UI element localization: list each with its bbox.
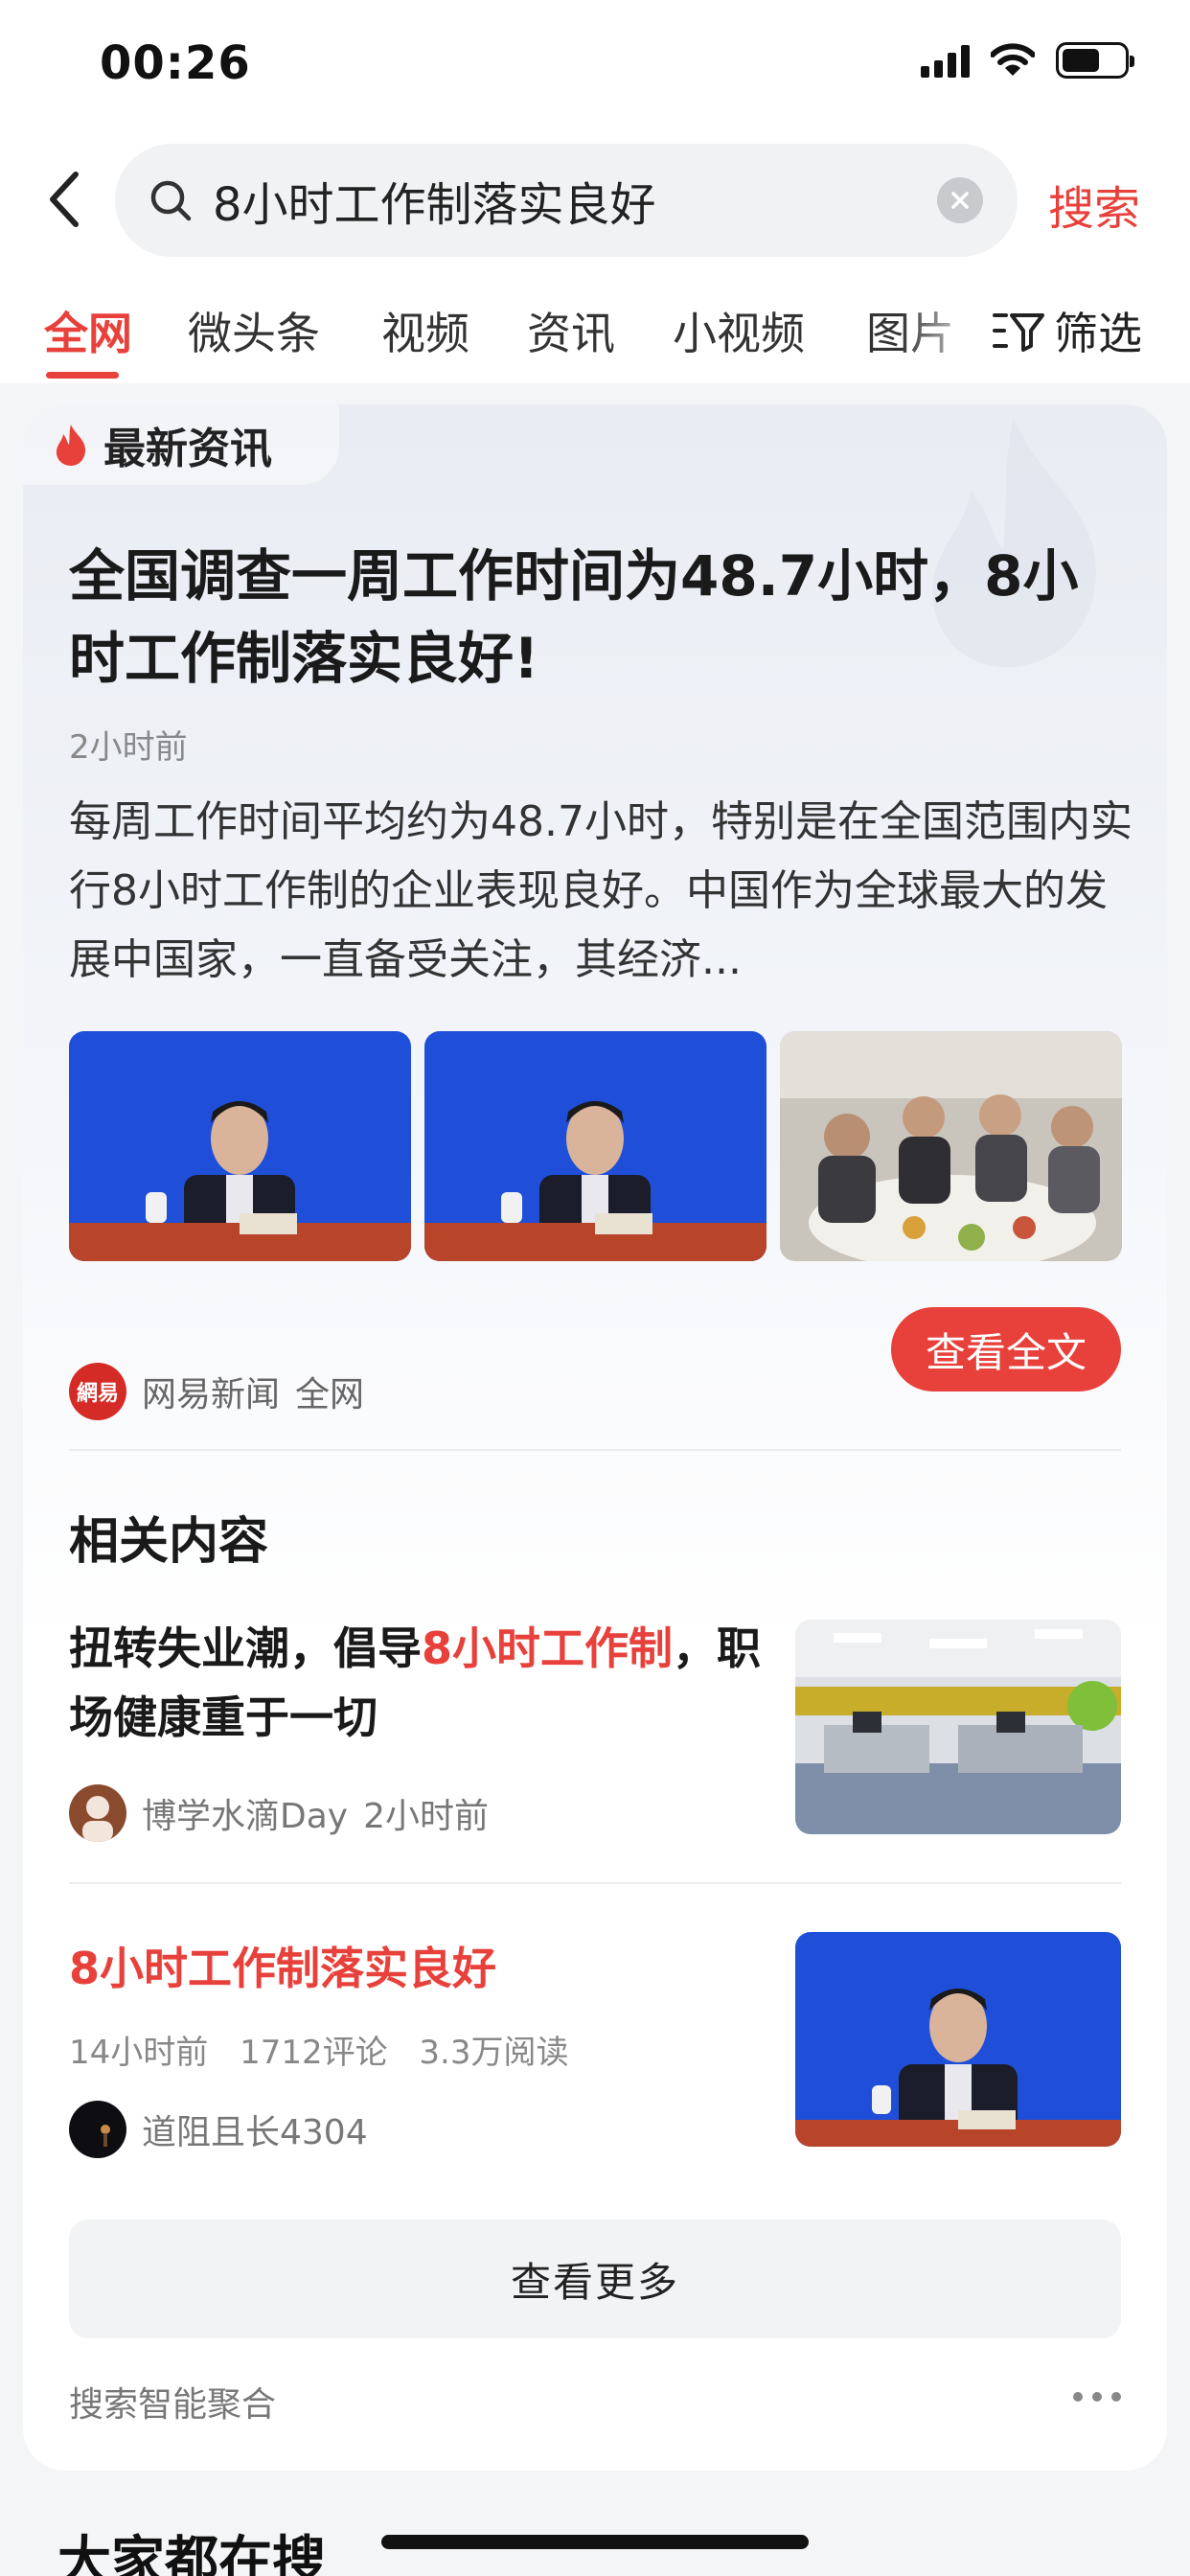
author-name[interactable]: 博学水滴Day — [142, 1788, 348, 1838]
press-conference-image-2[interactable] — [424, 1031, 767, 1261]
comment-count: 1712评论 — [240, 2034, 388, 2072]
status-time: 00:26 — [100, 36, 251, 90]
related-item-stats: 14小时前 1712评论 3.3万阅读 — [69, 2026, 590, 2073]
author-name[interactable]: 道阻且长4304 — [142, 2104, 368, 2154]
wifi-icon — [991, 43, 1035, 76]
clear-search-button[interactable] — [937, 177, 983, 223]
filter-icon — [993, 313, 1044, 352]
back-button[interactable] — [40, 165, 88, 234]
related-item-meta: 博学水滴Day 2小时前 — [69, 1784, 489, 1842]
close-icon — [951, 192, 969, 209]
article-headline[interactable]: 全国调查一周工作时间为48.7小时，8小时工作制落实良好! — [69, 535, 1133, 700]
related-item-meta: 道阻且长4304 — [69, 2101, 368, 2158]
home-indicator[interactable] — [381, 2535, 809, 2549]
banquet-image[interactable] — [780, 1031, 1122, 1261]
related-content-title: 相关内容 — [69, 1513, 269, 1571]
tab-micro-headlines[interactable]: 微头条 — [188, 299, 320, 362]
title-part: 扭转失业潮，倡导 — [69, 1622, 422, 1674]
divider — [69, 1882, 1121, 1884]
source-scope: 全网 — [295, 1375, 365, 1414]
avatar[interactable] — [69, 2101, 126, 2158]
article-source[interactable]: 網易 网易新闻 全网 — [69, 1363, 364, 1420]
filter-button[interactable]: 筛选 — [987, 299, 1142, 362]
tab-news[interactable]: 资讯 — [527, 299, 615, 362]
tab-fade — [901, 299, 987, 376]
title-highlight: 8小时工作制 — [422, 1622, 674, 1674]
divider — [69, 1449, 1121, 1451]
tab-video[interactable]: 视频 — [381, 299, 469, 362]
article-time: 2小时前 — [69, 728, 188, 767]
trending-searches-heading: 大家都在搜 — [57, 2531, 326, 2576]
search-icon — [150, 180, 192, 221]
search-query[interactable]: 8小时工作制落实良好 — [213, 167, 937, 234]
chevron-left-icon — [50, 172, 79, 227]
read-count: 3.3万阅读 — [419, 2034, 569, 2072]
search-button[interactable]: 搜索 — [1048, 171, 1140, 238]
tab-short-video[interactable]: 小视频 — [673, 299, 805, 362]
status-icons — [921, 42, 1134, 79]
cellular-signal-icon — [921, 43, 970, 78]
more-options-icon[interactable] — [1073, 2392, 1121, 2402]
latest-news-card: 最新资讯 全国调查一周工作时间为48.7小时，8小时工作制落实良好! 2小时前 … — [23, 404, 1167, 2471]
battery-icon — [1056, 42, 1134, 79]
press-conference-image[interactable] — [69, 1031, 411, 1261]
flame-icon — [56, 425, 86, 466]
related-item-title[interactable]: 8小时工作制落实良好 — [69, 1934, 496, 1997]
tab-all-web[interactable]: 全网 — [44, 299, 132, 362]
view-full-article-button[interactable]: 查看全文 — [891, 1307, 1121, 1392]
article-summary[interactable]: 每周工作时间平均约为48.7小时，特别是在全国范围内实行8小时工作制的企业表现良… — [69, 788, 1133, 995]
article-images — [69, 1031, 1122, 1261]
search-aggregation-label: 搜索智能聚合 — [69, 2385, 277, 2425]
source-name: 网易新闻 — [142, 1375, 281, 1414]
avatar[interactable] — [69, 1784, 126, 1842]
active-tab-indicator — [46, 372, 119, 379]
office-image[interactable] — [795, 1620, 1121, 1834]
post-time: 2小时前 — [363, 1797, 489, 1836]
press-conference-image-3[interactable] — [795, 1932, 1121, 2147]
related-item-title[interactable]: 扭转失业潮，倡导8小时工作制，职场健康重于一切 — [69, 1614, 778, 1752]
card-label-text: 最新资讯 — [103, 425, 272, 473]
netease-news-logo: 網易 — [69, 1363, 126, 1420]
view-more-button[interactable]: 查看更多 — [69, 2220, 1121, 2338]
tab-bar: 全网 微头条 视频 资讯 小视频 图片 筛选 — [0, 299, 1190, 385]
filter-label: 筛选 — [1054, 308, 1142, 359]
search-input[interactable]: 8小时工作制落实良好 — [115, 144, 1018, 257]
post-time: 14小时前 — [69, 2034, 209, 2072]
card-label: 最新资讯 — [52, 404, 272, 485]
